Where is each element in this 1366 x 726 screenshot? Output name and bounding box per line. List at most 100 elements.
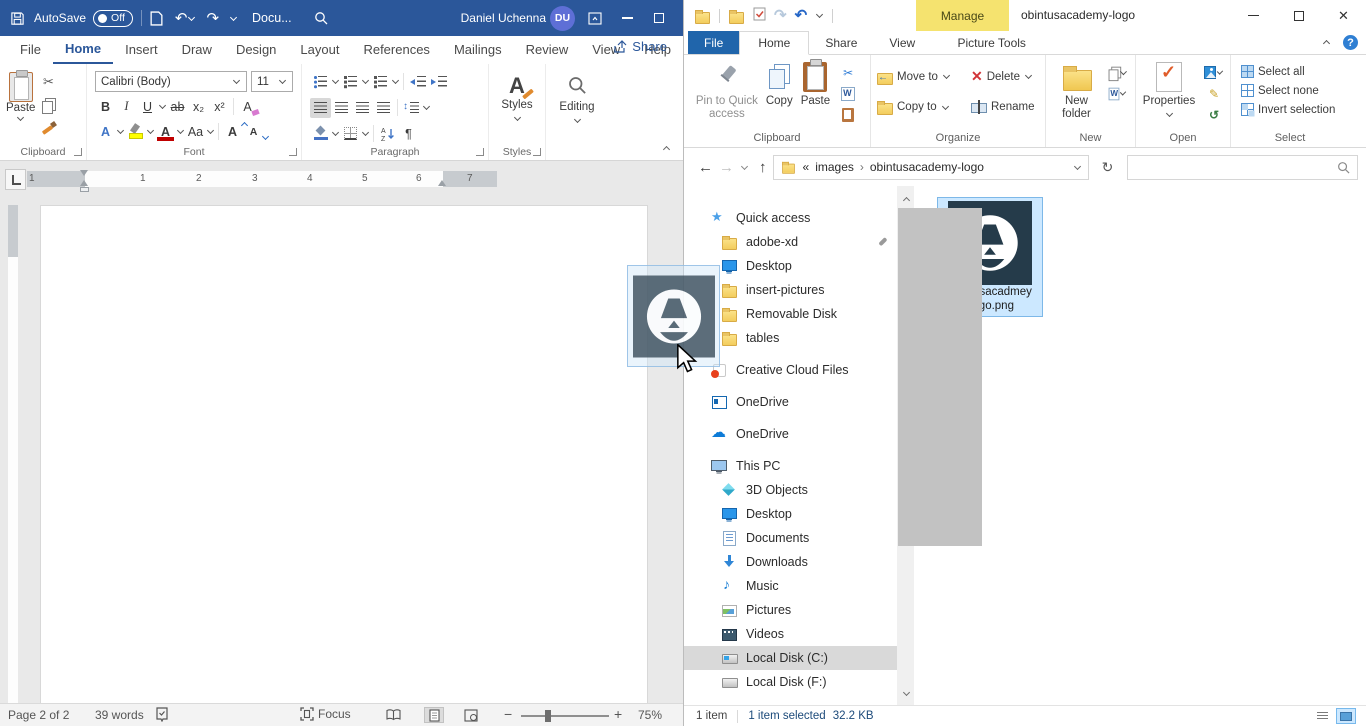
sidebar-item[interactable]: Documents: [684, 526, 897, 550]
editing-dropdown-icon[interactable]: [573, 116, 580, 123]
page-indicator[interactable]: Page 2 of 2: [8, 708, 69, 722]
explorer-tab[interactable]: Home: [739, 31, 809, 55]
font-color-button[interactable]: A: [155, 122, 176, 142]
proofing-errors-icon[interactable]: [155, 707, 169, 725]
details-view-icon[interactable]: [1312, 708, 1332, 724]
redo-button[interactable]: ↷: [206, 11, 219, 26]
refresh-icon[interactable]: ↻: [1095, 155, 1121, 180]
change-case-button[interactable]: Aa: [185, 122, 206, 142]
avatar[interactable]: DU: [550, 6, 575, 31]
borders-button[interactable]: [340, 124, 361, 144]
sidebar-item[interactable]: adobe-xd: [684, 230, 897, 254]
properties-button[interactable]: Properties: [1142, 62, 1196, 123]
sidebar-item[interactable]: Quick access: [684, 206, 897, 230]
multilevel-list-button[interactable]: [370, 72, 391, 92]
ribbon-display-options-icon[interactable]: [579, 0, 611, 36]
qat-undo-icon[interactable]: ↶: [795, 8, 808, 23]
sidebar-scrollbar[interactable]: [897, 186, 914, 705]
delete-button[interactable]: ✕ Delete: [971, 68, 1051, 85]
cut-icon[interactable]: ✂: [39, 74, 57, 90]
shading-button[interactable]: [310, 124, 331, 144]
bold-button[interactable]: B: [95, 97, 116, 117]
increase-indent-button[interactable]: [428, 72, 449, 92]
sidebar-item[interactable]: Music: [684, 574, 897, 598]
sidebar-item[interactable]: OneDrive: [684, 422, 897, 446]
cut-icon[interactable]: ✂: [838, 64, 858, 81]
strikethrough-button[interactable]: ab: [167, 97, 188, 117]
align-center-button[interactable]: [331, 98, 352, 118]
ribbon-tab[interactable]: File: [8, 36, 53, 64]
sidebar-item[interactable]: This PC: [684, 454, 897, 478]
sidebar-item[interactable]: Desktop: [684, 502, 897, 526]
read-mode-icon[interactable]: [383, 707, 403, 723]
ribbon-tab[interactable]: Mailings: [442, 36, 514, 64]
ribbon-tab[interactable]: Draw: [170, 36, 224, 64]
sort-button[interactable]: AZ: [377, 124, 398, 144]
scroll-down-icon[interactable]: [903, 689, 910, 696]
history-icon[interactable]: ↺: [1204, 106, 1224, 123]
zoom-level[interactable]: 75%: [638, 708, 662, 722]
print-layout-icon[interactable]: [424, 707, 444, 723]
move-to-button[interactable]: Move to: [877, 68, 971, 85]
back-icon[interactable]: ←: [698, 159, 713, 176]
undo-dropdown-icon[interactable]: [188, 13, 195, 20]
font-size-select[interactable]: 11: [251, 71, 293, 92]
ribbon-tab[interactable]: Home: [53, 36, 113, 64]
web-layout-icon[interactable]: [461, 707, 481, 723]
address-dropdown-icon[interactable]: [1073, 162, 1080, 169]
explorer-tab[interactable]: Share: [809, 31, 873, 54]
paste-dropdown-icon[interactable]: [17, 114, 24, 121]
collapse-ribbon-icon[interactable]: [663, 146, 670, 153]
explorer-maximize-button[interactable]: [1276, 0, 1321, 31]
clear-formatting-button[interactable]: A: [237, 97, 258, 117]
new-item-icon[interactable]: [1108, 64, 1128, 81]
recent-locations-icon[interactable]: [741, 162, 748, 169]
select-all-button[interactable]: Select all: [1241, 65, 1349, 78]
sidebar-item[interactable]: Local Disk (C:): [684, 646, 897, 670]
numbering-button[interactable]: [340, 72, 361, 92]
ribbon-tab[interactable]: Insert: [113, 36, 170, 64]
underline-dropdown-icon[interactable]: [159, 102, 166, 109]
up-icon[interactable]: ↑: [759, 159, 767, 176]
align-right-button[interactable]: [352, 98, 373, 118]
paste-button[interactable]: Paste: [801, 62, 830, 123]
right-indent-marker[interactable]: [438, 180, 446, 186]
horizontal-ruler[interactable]: 11234567: [27, 171, 497, 187]
qat-folder-icon[interactable]: [728, 8, 745, 24]
decrease-indent-button[interactable]: [407, 72, 428, 92]
document-page[interactable]: [40, 205, 648, 703]
copy-button[interactable]: Copy: [766, 62, 793, 123]
open-icon[interactable]: [1204, 64, 1224, 81]
italic-button[interactable]: I: [116, 97, 137, 117]
user-name[interactable]: Daniel Uchenna: [461, 11, 546, 25]
explorer-minimize-button[interactable]: [1231, 0, 1276, 31]
zoom-out-button[interactable]: −: [504, 706, 512, 722]
select-none-button[interactable]: Select none: [1241, 84, 1349, 97]
styles-dialog-launcher-icon[interactable]: [533, 148, 541, 156]
subscript-button[interactable]: x₂: [188, 97, 209, 117]
new-document-icon[interactable]: [150, 11, 163, 26]
superscript-button[interactable]: x²: [209, 97, 230, 117]
text-highlight-button[interactable]: [125, 122, 146, 142]
shrink-font-button[interactable]: A: [243, 122, 264, 142]
breadcrumb-prefix[interactable]: «: [803, 160, 810, 174]
styles-icon[interactable]: A: [504, 73, 530, 99]
more-commands-icon[interactable]: [230, 13, 237, 20]
first-line-indent-marker[interactable]: [80, 170, 88, 176]
picture-tools-tab[interactable]: Picture Tools: [945, 31, 1038, 54]
pin-to-quick-access-button[interactable]: Pin to Quick access: [696, 62, 758, 123]
format-painter-icon[interactable]: [39, 120, 57, 136]
word-count[interactable]: 39 words: [95, 708, 144, 722]
minimize-button[interactable]: [611, 0, 643, 36]
share-button[interactable]: Share: [613, 39, 667, 54]
sidebar-item[interactable]: Downloads: [684, 550, 897, 574]
qat-customize-icon[interactable]: [816, 11, 823, 18]
ribbon-tab[interactable]: Layout: [288, 36, 351, 64]
qat-properties-icon[interactable]: [753, 7, 766, 24]
thumbnails-view-icon[interactable]: [1336, 708, 1356, 724]
line-spacing-button[interactable]: [401, 98, 422, 118]
scroll-up-icon[interactable]: [903, 197, 910, 204]
styles-dropdown-icon[interactable]: [513, 114, 520, 121]
grow-font-button[interactable]: A: [222, 122, 243, 142]
sidebar-item[interactable]: Local Disk (F:): [684, 670, 897, 694]
